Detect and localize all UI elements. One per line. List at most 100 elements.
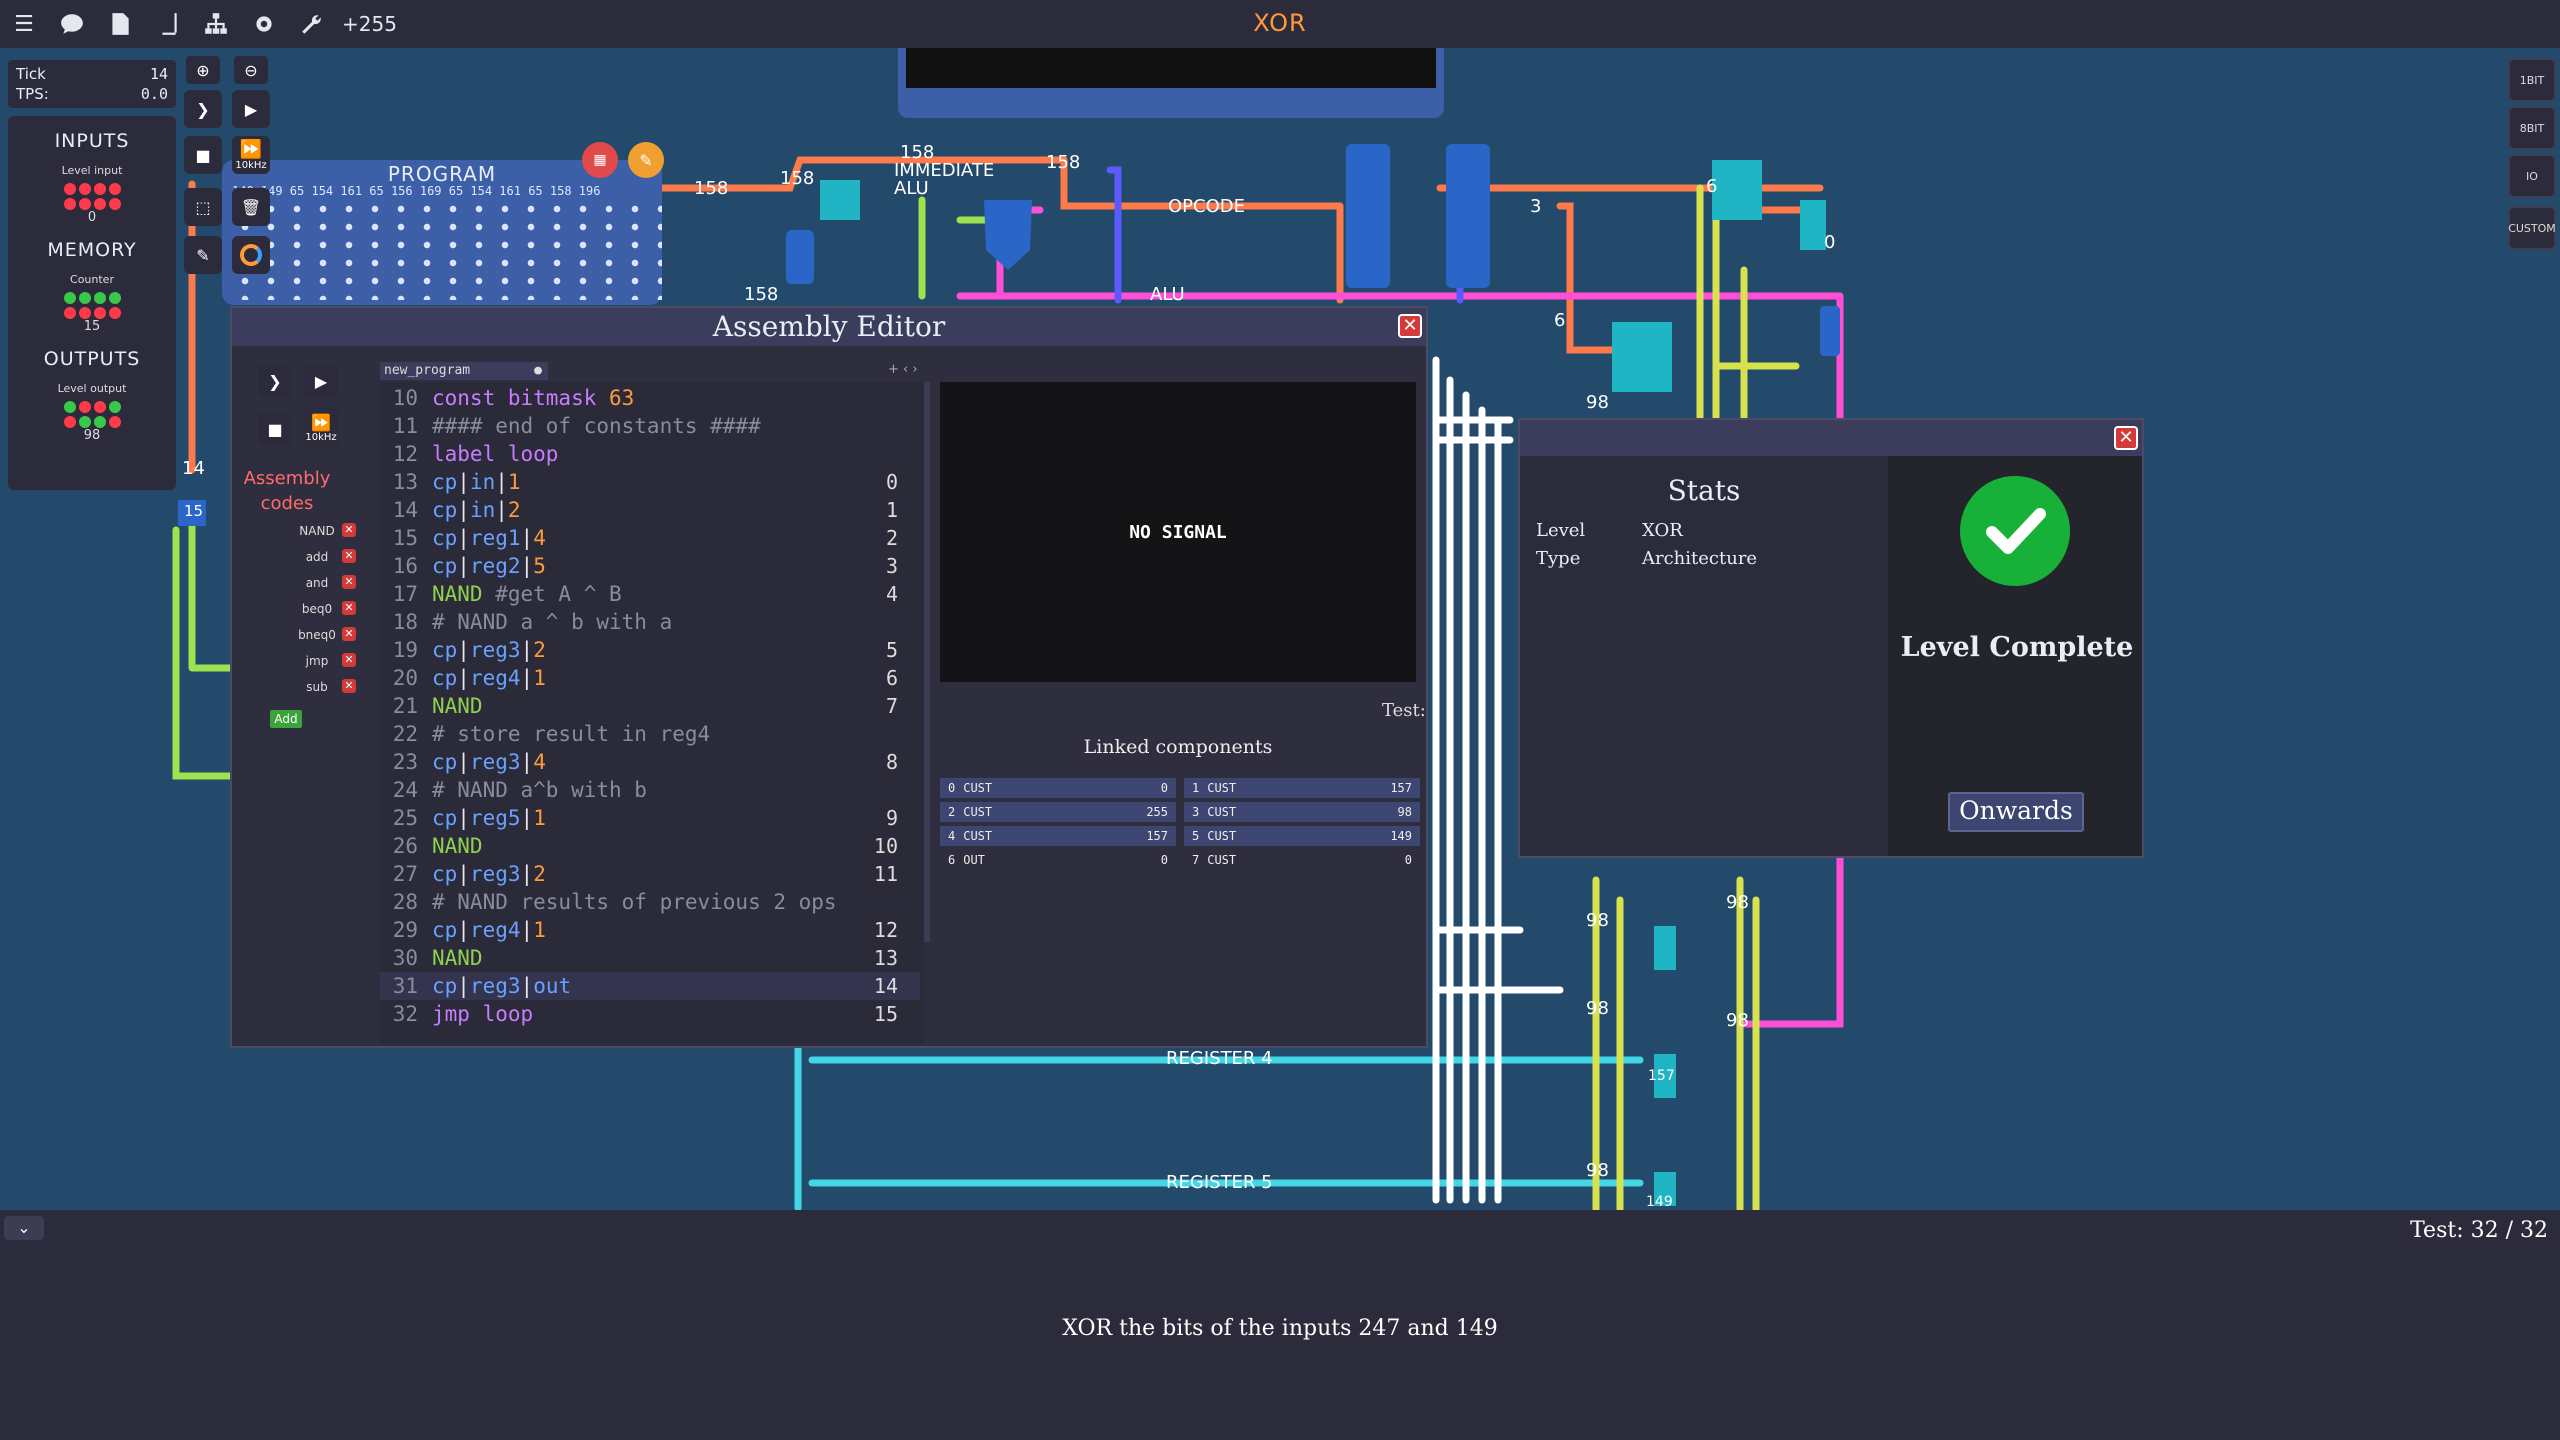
code-line[interactable]: 28 # NAND results of previous 2 ops [380,888,920,916]
document-icon[interactable] [96,0,144,48]
code-token: 1 [533,806,546,830]
component-group-8bit[interactable]: 8BIT [2508,106,2556,150]
delete-code-icon[interactable]: ✕ [342,523,356,537]
code-line[interactable]: 12 label loop [380,440,920,468]
code-line[interactable]: 18 # NAND a ^ b with a [380,608,920,636]
delete-code-icon[interactable]: ✕ [342,601,356,615]
wrench-icon[interactable] [288,0,336,48]
book-icon[interactable] [144,0,192,48]
code-token: in [469,470,496,494]
pencil-icon[interactable]: ✎ [184,236,222,274]
select-icon[interactable]: ⬚ [184,188,222,226]
component-group-custom[interactable]: CUSTOM [2508,206,2556,250]
play-icon[interactable]: ▶ [232,90,270,128]
code-line[interactable]: 10 const bitmask 63 [380,384,920,412]
edit-icon[interactable]: ✎ [628,142,664,178]
editor-scrollbar[interactable] [924,382,930,942]
chevron-down-icon[interactable]: ⌄ [4,1216,44,1240]
code-line[interactable]: 17 NAND #get A ^ B 4 [380,580,920,608]
line-number: 15 [392,526,418,550]
zoom-out-icon[interactable]: ⊖ [234,56,268,84]
code-token: | [457,554,470,578]
code-line[interactable]: 25 cp|reg5|1 9 [380,804,920,832]
code-line[interactable]: 29 cp|reg4|1 12 [380,916,920,944]
linked-component-row[interactable]: 0 CUST 0 [940,778,1176,798]
code-line[interactable]: 26 NAND 10 [380,832,920,860]
code-token: | [457,974,470,998]
top-bar: ☰ +255 [0,0,2560,48]
board-label-alu: ALU [894,178,929,199]
code-line[interactable]: 23 cp|reg3|4 8 [380,748,920,776]
linked-component-row[interactable]: 5 CUST 149 [1184,826,1420,846]
delete-code-icon[interactable]: ✕ [342,627,356,641]
gear-icon[interactable] [240,0,288,48]
code-line[interactable]: 22 # store result in reg4 [380,720,920,748]
instruction-address: 7 [885,694,898,718]
assembly-editor-title[interactable]: Assembly Editor [232,308,1426,346]
code-line[interactable]: 14 cp|in|2 1 [380,496,920,524]
board-label-opcode: OPCODE [1168,196,1245,217]
program-tab[interactable]: new_program ● [380,362,548,380]
stop-icon[interactable]: ■ [184,136,222,174]
code-token: NAND [432,694,483,718]
asm-step-icon[interactable]: ❯ [258,364,292,398]
delete-code-icon[interactable]: ✕ [342,679,356,693]
code-line[interactable]: 21 NAND 7 [380,692,920,720]
code-line[interactable]: 32 jmp loop 15 [380,1000,920,1028]
close-icon[interactable]: ✕ [1398,314,1422,338]
code-token: reg4 [469,918,521,942]
bottom-panel: ⌄ Test: 32 / 32 XOR the bits of the inpu… [0,1210,2560,1440]
tab-nav-icon[interactable]: + ‹ › [888,362,918,377]
code-line[interactable]: 19 cp|reg3|2 5 [380,636,920,664]
line-number: 10 [392,386,418,410]
code-line[interactable]: 13 cp|in|1 0 [380,468,920,496]
line-number: 22 [392,722,418,746]
code-line[interactable]: 24 # NAND a^b with b [380,776,920,804]
linked-name: CUST [963,829,993,843]
component-group-1bit[interactable]: 1BIT [2508,58,2556,102]
code-editor[interactable]: 10 const bitmask 63 11 #### end of constant… [380,382,924,1044]
code-token: 4 [533,750,546,774]
instruction-address: 3 [885,554,898,578]
code-line[interactable]: 16 cp|reg2|5 3 [380,552,920,580]
code-token: 1 [507,470,521,494]
level-output-value: 98 [83,428,101,443]
code-line[interactable]: 30 NAND 13 [380,944,920,972]
add-code-button[interactable]: Add [270,710,302,728]
hierarchy-icon[interactable] [192,0,240,48]
color-wheel-icon[interactable] [232,236,270,274]
code-line[interactable]: 20 cp|reg4|1 6 [380,664,920,692]
stats-header[interactable] [1520,420,2142,456]
stats-close-icon[interactable]: ✕ [2114,426,2138,450]
no-signal-text: NO SIGNAL [1129,521,1227,543]
component-group-io[interactable]: IO [2508,154,2556,198]
linked-component-row[interactable]: 4 CUST 157 [940,826,1176,846]
line-number: 28 [392,890,418,914]
trash-icon[interactable]: 🗑 [232,188,270,226]
code-line[interactable]: 27 cp|reg3|2 11 [380,860,920,888]
code-token: reg4 [469,666,521,690]
code-line[interactable]: 11 #### end of constants #### [380,412,920,440]
linked-component-row[interactable]: 6 OUT 0 [940,850,1176,870]
asm-play-icon[interactable]: ▶ [304,364,338,398]
wire-value: 158 [744,284,779,305]
linked-component-row[interactable]: 2 CUST 255 [940,802,1176,822]
delete-code-icon[interactable]: ✕ [342,575,356,589]
asm-fast-forward-button[interactable]: ⏩ 10kHz [304,408,338,448]
fast-forward-button[interactable]: ⏩ 10kHz [232,136,270,174]
calendar-icon[interactable]: ▦ [582,142,618,178]
step-icon[interactable]: ❯ [184,90,222,128]
chat-icon[interactable] [48,0,96,48]
code-line[interactable]: 15 cp|reg1|4 2 [380,524,920,552]
onwards-button[interactable]: Onwards [1948,792,2084,832]
linked-component-row[interactable]: 1 CUST 157 [1184,778,1420,798]
linked-component-row[interactable]: 3 CUST 98 [1184,802,1420,822]
delete-code-icon[interactable]: ✕ [342,549,356,563]
asm-stop-icon[interactable]: ■ [258,412,292,446]
linked-component-row[interactable]: 7 CUST 0 [1184,850,1420,870]
menu-icon[interactable]: ☰ [0,0,48,48]
tab-close-icon[interactable]: ● [534,362,542,380]
code-line[interactable]: 31 cp|reg3|out 14 [380,972,920,1000]
zoom-in-icon[interactable]: ⊕ [186,56,220,84]
delete-code-icon[interactable]: ✕ [342,653,356,667]
